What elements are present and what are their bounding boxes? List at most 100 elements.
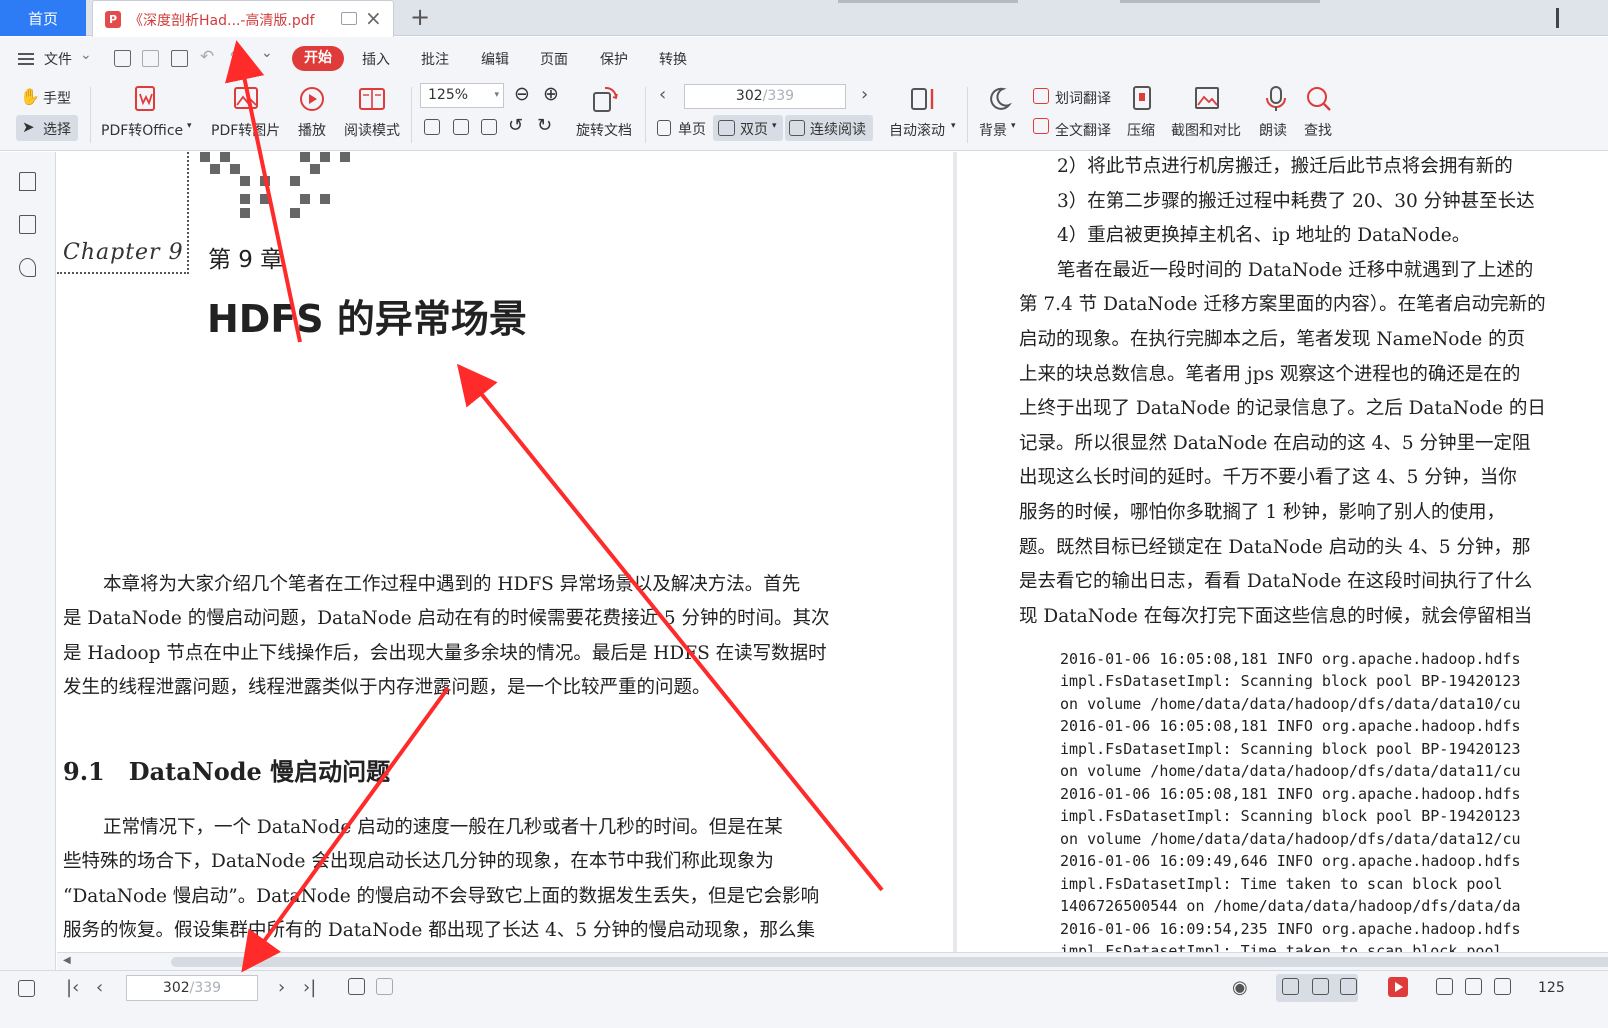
- annotation-icon[interactable]: [19, 258, 36, 277]
- body-line: 上来的块总数信息。笔者用 jps 观察这个进程也的确还是在的: [1019, 364, 1521, 385]
- scroll-left-icon[interactable]: ◀: [63, 955, 71, 966]
- forward-icon[interactable]: [376, 978, 393, 995]
- actual-size-icon[interactable]: [1436, 978, 1453, 995]
- page-number-input[interactable]: 302/339: [684, 84, 846, 109]
- horizontal-scrollbar[interactable]: ◀: [57, 952, 1608, 970]
- tab-document[interactable]: P 《深度剖析Had...-高清版.pdf ×: [92, 0, 394, 37]
- dropdown-caret-icon[interactable]: ▾: [772, 121, 777, 131]
- first-page-icon[interactable]: |‹: [66, 977, 79, 998]
- menu-insert[interactable]: 插入: [362, 49, 390, 69]
- play-button[interactable]: 播放: [298, 120, 326, 140]
- scrollbar-thumb[interactable]: [171, 957, 1608, 967]
- dropdown-caret-icon[interactable]: ▾: [187, 121, 192, 131]
- previous-page-icon[interactable]: ‹: [96, 977, 103, 998]
- fit-width-icon[interactable]: [481, 119, 497, 135]
- body-line: 上终于出现了 DataNode 的记录信息了。之后 DataNode 的日: [1019, 398, 1546, 419]
- search-icon[interactable]: [1305, 85, 1333, 113]
- full-translate-button[interactable]: 全文翻译: [1055, 120, 1111, 140]
- redo-icon[interactable]: ↷: [230, 47, 244, 67]
- menu-start[interactable]: 开始: [292, 46, 344, 71]
- menu-page[interactable]: 页面: [540, 49, 568, 69]
- screenshot-icon[interactable]: [1193, 85, 1221, 113]
- print-icon[interactable]: [171, 50, 188, 67]
- rotate-right-icon[interactable]: ↻: [537, 115, 552, 136]
- hand-tool-label[interactable]: 手型: [43, 88, 71, 108]
- menu-convert[interactable]: 转换: [659, 49, 687, 69]
- hamburger-icon[interactable]: [18, 53, 34, 65]
- close-icon[interactable]: ×: [365, 7, 382, 29]
- divider: [90, 87, 91, 143]
- continuous-read-label: 连续阅读: [810, 122, 866, 138]
- read-mode-button[interactable]: 阅读模式: [344, 120, 400, 140]
- zoom-select[interactable]: 125% ▾: [420, 83, 504, 108]
- document-viewer[interactable]: Chapter 9 第 9 章 HDFS 的异常场景 本章将为大家介绍几个笔者在…: [57, 152, 1608, 970]
- fit-page-icon[interactable]: [453, 119, 469, 135]
- microphone-icon[interactable]: [1262, 85, 1290, 113]
- previous-page-icon[interactable]: ‹: [659, 84, 666, 105]
- zoom-out-icon[interactable]: ⊖: [514, 83, 530, 105]
- pdf-file-icon: P: [105, 11, 121, 28]
- intro-line: 是 Hadoop 节点在中止下线操作后，会出现大量多余块的情况。最后是 HDFS…: [63, 643, 827, 664]
- pdf-to-image-button[interactable]: PDF转图片: [211, 120, 280, 140]
- single-page-button[interactable]: 单页: [678, 119, 706, 139]
- play-icon[interactable]: [298, 85, 326, 113]
- log-line: impl.FsDatasetImpl: Scanning block pool …: [1060, 740, 1521, 758]
- read-aloud-button[interactable]: 朗读: [1259, 120, 1287, 140]
- screenshot-compare-button[interactable]: 截图和对比: [1171, 120, 1241, 140]
- sidebar-toggle-icon[interactable]: [1556, 8, 1568, 28]
- auto-scroll-icon[interactable]: [909, 85, 937, 113]
- monitor-icon[interactable]: [341, 12, 357, 25]
- continuous-view-icon[interactable]: [1282, 978, 1299, 995]
- thumbnail-icon[interactable]: [19, 215, 36, 234]
- log-line: on volume /home/data/data/hadoop/dfs/dat…: [1060, 762, 1521, 780]
- rotate-left-icon[interactable]: ↺: [508, 115, 523, 136]
- background-button[interactable]: 背景: [979, 120, 1007, 140]
- last-page-icon[interactable]: ›|: [303, 977, 316, 998]
- pdf-to-office-button[interactable]: PDF转Office: [101, 120, 183, 140]
- compress-icon[interactable]: [1128, 85, 1156, 113]
- double-view-icon[interactable]: [1340, 978, 1357, 995]
- menu-edit[interactable]: 编辑: [481, 49, 509, 69]
- log-line: 2016-01-06 16:05:08,181 INFO org.apache.…: [1060, 785, 1521, 803]
- bottom-zoom-value[interactable]: 125: [1538, 980, 1565, 996]
- zoom-in-icon[interactable]: ⊕: [543, 83, 559, 105]
- fit-width-icon[interactable]: [1494, 978, 1511, 995]
- single-view-icon[interactable]: [1312, 978, 1329, 995]
- tab-home[interactable]: 首页: [0, 0, 86, 36]
- play-icon[interactable]: [1388, 977, 1408, 997]
- body-line: 是去看它的输出日志，看看 DataNode 在这段时间执行了什么: [1019, 571, 1533, 592]
- compress-button[interactable]: 压缩: [1127, 120, 1155, 140]
- bookmark-icon[interactable]: [19, 172, 36, 191]
- rotate-document-button[interactable]: 旋转文档: [576, 120, 632, 140]
- sidebar-panel-icon[interactable]: [18, 980, 35, 997]
- next-page-icon[interactable]: ›: [278, 977, 285, 998]
- menu-protect[interactable]: 保护: [600, 49, 628, 69]
- eye-icon[interactable]: ◉: [1232, 977, 1248, 998]
- bottom-page-input[interactable]: 302/339: [126, 975, 258, 1001]
- fit-page-icon[interactable]: [1465, 978, 1482, 995]
- save-icon[interactable]: [142, 50, 159, 67]
- open-folder-icon[interactable]: [114, 50, 131, 67]
- pdf-to-image-icon[interactable]: [232, 85, 260, 113]
- undo-icon[interactable]: ↶: [200, 47, 214, 67]
- dropdown-caret-icon[interactable]: ▾: [951, 121, 956, 131]
- next-page-icon[interactable]: ›: [861, 84, 868, 105]
- menu-file[interactable]: 文件: [44, 49, 72, 69]
- intro-line: 发生的线程泄露问题，线程泄露类似于内存泄露问题，是一个比较严重的问题。: [63, 677, 711, 698]
- menu-annotate[interactable]: 批注: [421, 49, 449, 69]
- find-button[interactable]: 查找: [1304, 120, 1332, 140]
- body-line: 3）在第二步骤的搬迁过程中耗费了 20、30 分钟甚至长达: [1057, 191, 1535, 212]
- chevron-down-icon[interactable]: ⌄: [80, 47, 92, 63]
- word-translate-button[interactable]: 划词翻译: [1055, 88, 1111, 108]
- moon-icon[interactable]: [985, 85, 1013, 113]
- auto-scroll-button[interactable]: 自动滚动: [889, 120, 945, 140]
- pdf-to-office-icon[interactable]: [132, 85, 160, 113]
- customize-dropdown-icon[interactable]: ⌄: [261, 45, 273, 61]
- actual-size-icon[interactable]: [424, 119, 440, 135]
- rotate-document-icon[interactable]: [591, 85, 619, 113]
- back-icon[interactable]: [348, 978, 365, 995]
- dropdown-caret-icon[interactable]: ▾: [1011, 121, 1016, 131]
- new-tab-button[interactable]: +: [410, 3, 430, 31]
- body-line: 4）重启被更换掉主机名、ip 地址的 DataNode。: [1057, 225, 1471, 246]
- read-mode-icon[interactable]: [358, 85, 386, 113]
